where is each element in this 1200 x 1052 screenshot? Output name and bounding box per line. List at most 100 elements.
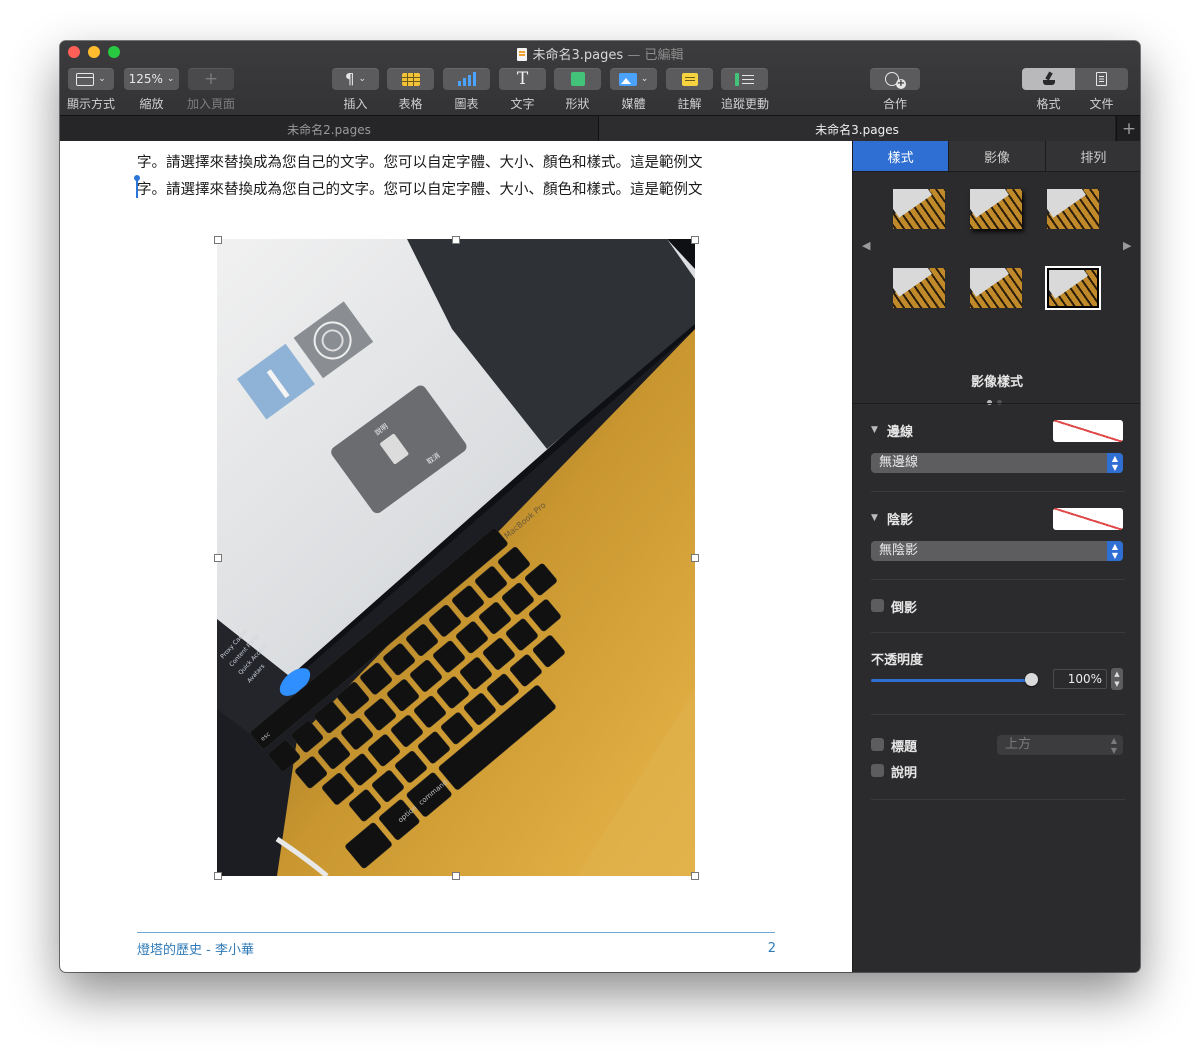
insert-button[interactable]: ¶ ⌄ bbox=[332, 68, 379, 90]
resize-handle[interactable] bbox=[691, 872, 699, 880]
opacity-slider-knob[interactable] bbox=[1025, 673, 1038, 686]
opacity-input[interactable]: 100% bbox=[1053, 669, 1107, 689]
title-checkbox[interactable] bbox=[871, 738, 884, 751]
tab-arrange[interactable]: 排列 bbox=[1045, 141, 1140, 171]
image-style-thumbnail[interactable] bbox=[970, 268, 1022, 308]
title-position-select[interactable]: 上方 ▲ ▼ bbox=[997, 735, 1123, 755]
image-style-thumbnail[interactable] bbox=[970, 189, 1022, 229]
document-button[interactable] bbox=[1075, 68, 1128, 90]
previous-styles-arrow-icon[interactable]: ◀ bbox=[862, 239, 870, 252]
border-style-select[interactable]: 無邊線 ▲ ▼ bbox=[871, 453, 1123, 473]
sidebar-view-icon bbox=[76, 72, 95, 86]
chevron-down-icon: ⌄ bbox=[358, 74, 367, 84]
shape-label: 形狀 bbox=[565, 97, 590, 111]
toolbar: 未命名3.pages — 已編輯 ⌄ 顯示方式 125% ⌄ 縮放 + 加入頁面 … bbox=[60, 41, 1140, 115]
chart-button[interactable] bbox=[443, 68, 490, 90]
opacity-stepper[interactable]: ▲ ▼ bbox=[1111, 668, 1123, 690]
disclosure-triangle-icon[interactable]: ▼ bbox=[871, 425, 878, 435]
resize-handle[interactable] bbox=[214, 554, 222, 562]
inspector-tabs: 樣式 影像 排列 bbox=[853, 141, 1140, 172]
table-button[interactable] bbox=[387, 68, 434, 90]
opacity-label: 不透明度 bbox=[871, 653, 924, 668]
caption-checkbox[interactable] bbox=[871, 764, 884, 777]
footer-page-number: 2 bbox=[767, 941, 776, 956]
image-style-thumbnail[interactable] bbox=[1047, 268, 1099, 308]
window-title: 未命名3.pages — 已編輯 bbox=[60, 44, 1140, 63]
tab-style[interactable]: 樣式 bbox=[853, 141, 950, 171]
resize-handle[interactable] bbox=[214, 236, 222, 244]
caption-label: 說明 bbox=[891, 766, 918, 781]
shadow-style-select[interactable]: 無陰影 ▲ ▼ bbox=[871, 541, 1123, 561]
plus-icon: + bbox=[203, 69, 219, 89]
app-window: 未命名3.pages — 已編輯 ⌄ 顯示方式 125% ⌄ 縮放 + 加入頁面 … bbox=[60, 41, 1140, 972]
image-style-thumbnail[interactable] bbox=[1047, 189, 1099, 229]
divider bbox=[853, 403, 1140, 404]
track-changes-button[interactable] bbox=[721, 68, 768, 90]
paintbrush-icon bbox=[1042, 72, 1056, 86]
image-style-thumbnail[interactable] bbox=[893, 189, 945, 229]
collaborate-button[interactable] bbox=[870, 68, 920, 90]
selected-image[interactable]: 說明 取消 Proxy Cache Content Party Quick Ac… bbox=[217, 239, 695, 876]
tab-image[interactable]: 影像 bbox=[949, 141, 1046, 171]
insert-label: 插入 bbox=[343, 97, 368, 111]
document-canvas[interactable]: 字。請選擇來替換成為您自己的文字。您可以自定字體、大小、顏色和樣式。這是範例文 … bbox=[60, 141, 852, 972]
media-button[interactable]: ⌄ bbox=[610, 68, 657, 90]
body-text-line[interactable]: 字。請選擇來替換成為您自己的文字。您可以自定字體、大小、顏色和樣式。這是範例文 bbox=[137, 151, 777, 172]
divider bbox=[871, 491, 1125, 492]
view-label: 顯示方式 bbox=[66, 97, 115, 111]
tab-untitled-3[interactable]: 未命名3.pages bbox=[599, 116, 1115, 142]
collaborate-label: 合作 bbox=[882, 97, 907, 111]
image-styles-label: 影像樣式 bbox=[970, 375, 1023, 390]
footer-title[interactable]: 燈塔的歷史 - 李小華 bbox=[137, 939, 254, 958]
format-label: 格式 bbox=[1036, 97, 1061, 111]
body-text-line[interactable]: 字。請選擇來替換成為您自己的文字。您可以自定字體、大小、顏色和樣式。這是範例文 bbox=[137, 178, 777, 199]
divider bbox=[871, 714, 1125, 715]
shape-button[interactable] bbox=[554, 68, 601, 90]
chevron-down-icon: ⌄ bbox=[166, 74, 175, 84]
format-button[interactable] bbox=[1022, 68, 1075, 90]
resize-handle[interactable] bbox=[214, 872, 222, 880]
shape-icon bbox=[570, 72, 585, 86]
resize-handle[interactable] bbox=[691, 236, 699, 244]
text-button[interactable]: T bbox=[499, 68, 546, 90]
track-changes-label: 追蹤更動 bbox=[720, 97, 769, 111]
photo-icon bbox=[618, 72, 637, 86]
resize-handle[interactable] bbox=[452, 872, 460, 880]
add-page-button[interactable]: + bbox=[188, 68, 234, 90]
reflection-checkbox[interactable] bbox=[871, 599, 884, 612]
zoom-select[interactable]: 125% ⌄ bbox=[124, 68, 179, 90]
view-button[interactable]: ⌄ bbox=[68, 68, 114, 90]
chart-label: 圖表 bbox=[454, 97, 479, 111]
format-inspector: 樣式 影像 排列 ◀ ▶ 影像樣式 ▼ 邊線 無邊線 ▲▼ ▼ 陰影 無陰影 bbox=[852, 141, 1140, 972]
border-color-swatch[interactable] bbox=[1053, 420, 1123, 442]
bar-chart-icon bbox=[457, 72, 477, 86]
disclosure-triangle-icon[interactable]: ▼ bbox=[871, 513, 878, 523]
tab-untitled-2[interactable]: 未命名2.pages bbox=[60, 116, 599, 142]
text-label: 文字 bbox=[510, 97, 535, 111]
comment-label: 註解 bbox=[677, 97, 702, 111]
divider bbox=[871, 579, 1125, 580]
new-tab-button[interactable]: + bbox=[1116, 116, 1140, 142]
inspector-toggle bbox=[1022, 68, 1128, 90]
resize-handle[interactable] bbox=[452, 236, 460, 244]
divider bbox=[871, 799, 1125, 800]
footer-divider bbox=[137, 932, 775, 933]
pilcrow-icon: ¶ bbox=[344, 70, 355, 88]
media-label: 媒體 bbox=[621, 97, 646, 111]
image-style-thumbnail[interactable] bbox=[893, 268, 945, 308]
zoom-label: 縮放 bbox=[139, 97, 164, 111]
chevron-updown-icon: ▲ ▼ bbox=[1107, 453, 1123, 473]
page-indicator[interactable] bbox=[987, 390, 1007, 409]
next-styles-arrow-icon[interactable]: ▶ bbox=[1123, 239, 1131, 252]
opacity-slider[interactable] bbox=[871, 679, 1033, 682]
title-label: 標題 bbox=[891, 740, 918, 755]
table-label: 表格 bbox=[398, 97, 423, 111]
comment-button[interactable] bbox=[666, 68, 713, 90]
add-person-icon bbox=[885, 72, 906, 89]
chevron-down-icon: ⌄ bbox=[98, 74, 106, 84]
text-cursor bbox=[134, 175, 139, 198]
shadow-color-swatch[interactable] bbox=[1053, 508, 1123, 530]
pages-document-icon bbox=[516, 48, 527, 61]
resize-handle[interactable] bbox=[691, 554, 699, 562]
border-label: 邊線 bbox=[887, 425, 914, 440]
